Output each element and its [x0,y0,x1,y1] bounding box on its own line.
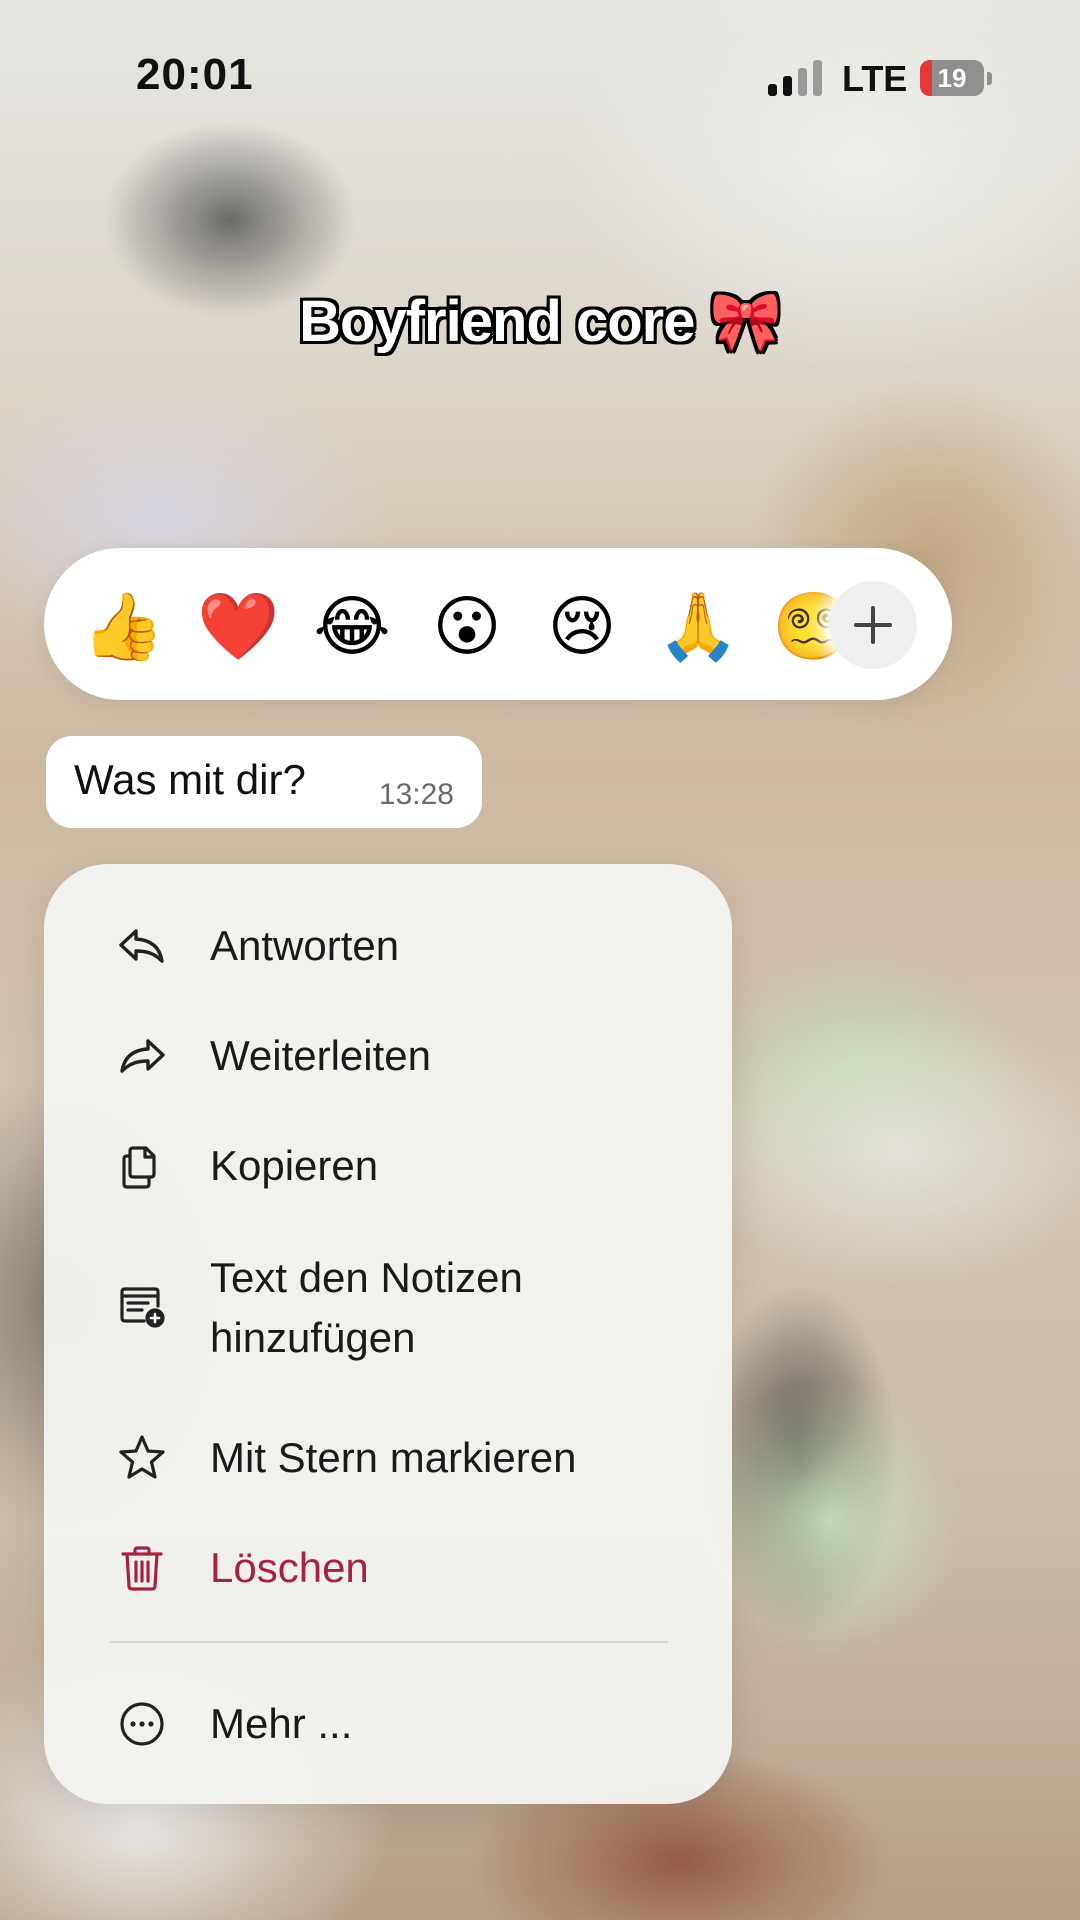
menu-label-copy: Kopieren [210,1142,379,1189]
reaction-heart-icon[interactable]: ❤️ [197,586,279,666]
battery-icon: 19 [920,60,984,96]
video-caption: Boyfriend core 🎀 [299,289,782,354]
reaction-folded-hands-icon[interactable]: 🙏 [657,586,739,666]
status-time: 20:01 [136,50,254,99]
menu-label-add-to-notes: Text den Notizen hinzufügen [210,1248,523,1368]
menu-label-reply: Antworten [210,922,400,969]
menu-label-star: Mit Stern markieren [210,1434,577,1481]
message-bubble[interactable]: Was mit dir? 13:28 [46,736,482,828]
menu-label-add-to-notes-line2: hinzufügen [210,1314,416,1361]
menu-label-more: Mehr ... [210,1700,353,1747]
reaction-open-mouth-icon[interactable]: 😮 [427,586,507,666]
message-text: Was mit dir? [74,756,306,803]
menu-label-forward: Weiterleiten [210,1032,431,1079]
trash-icon [116,1542,168,1594]
add-to-notes-icon [116,1280,168,1332]
menu-label-add-to-notes-line1: Text den Notizen [210,1254,523,1301]
more-reactions-plus-icon[interactable] [829,581,917,669]
menu-label-delete: Löschen [210,1544,369,1591]
forward-icon [116,1030,168,1082]
reply-icon [116,920,168,972]
message-timestamp: 13:28 [378,778,454,811]
star-icon [116,1432,168,1484]
message-context-menu: Antworten Weiterleiten Kopieren Text den… [44,864,732,1804]
network-type: LTE [842,58,908,99]
reaction-bar: 👍 ❤️ 😂 😮 😢 🙏 😵‍💫 [44,548,952,700]
battery-tip [987,72,992,85]
status-bar: 20:01 LTE 19 [0,0,1080,150]
signal-strength-icon [768,60,824,96]
reaction-tears-of-joy-icon[interactable]: 😂 [312,586,392,666]
reaction-crying-icon[interactable]: 😢 [542,586,622,666]
copy-icon [116,1140,168,1192]
menu-divider [110,1641,668,1643]
battery-level: 19 [937,63,967,93]
reaction-thumbs-up-icon[interactable]: 👍 [82,586,164,666]
more-icon [116,1698,168,1750]
